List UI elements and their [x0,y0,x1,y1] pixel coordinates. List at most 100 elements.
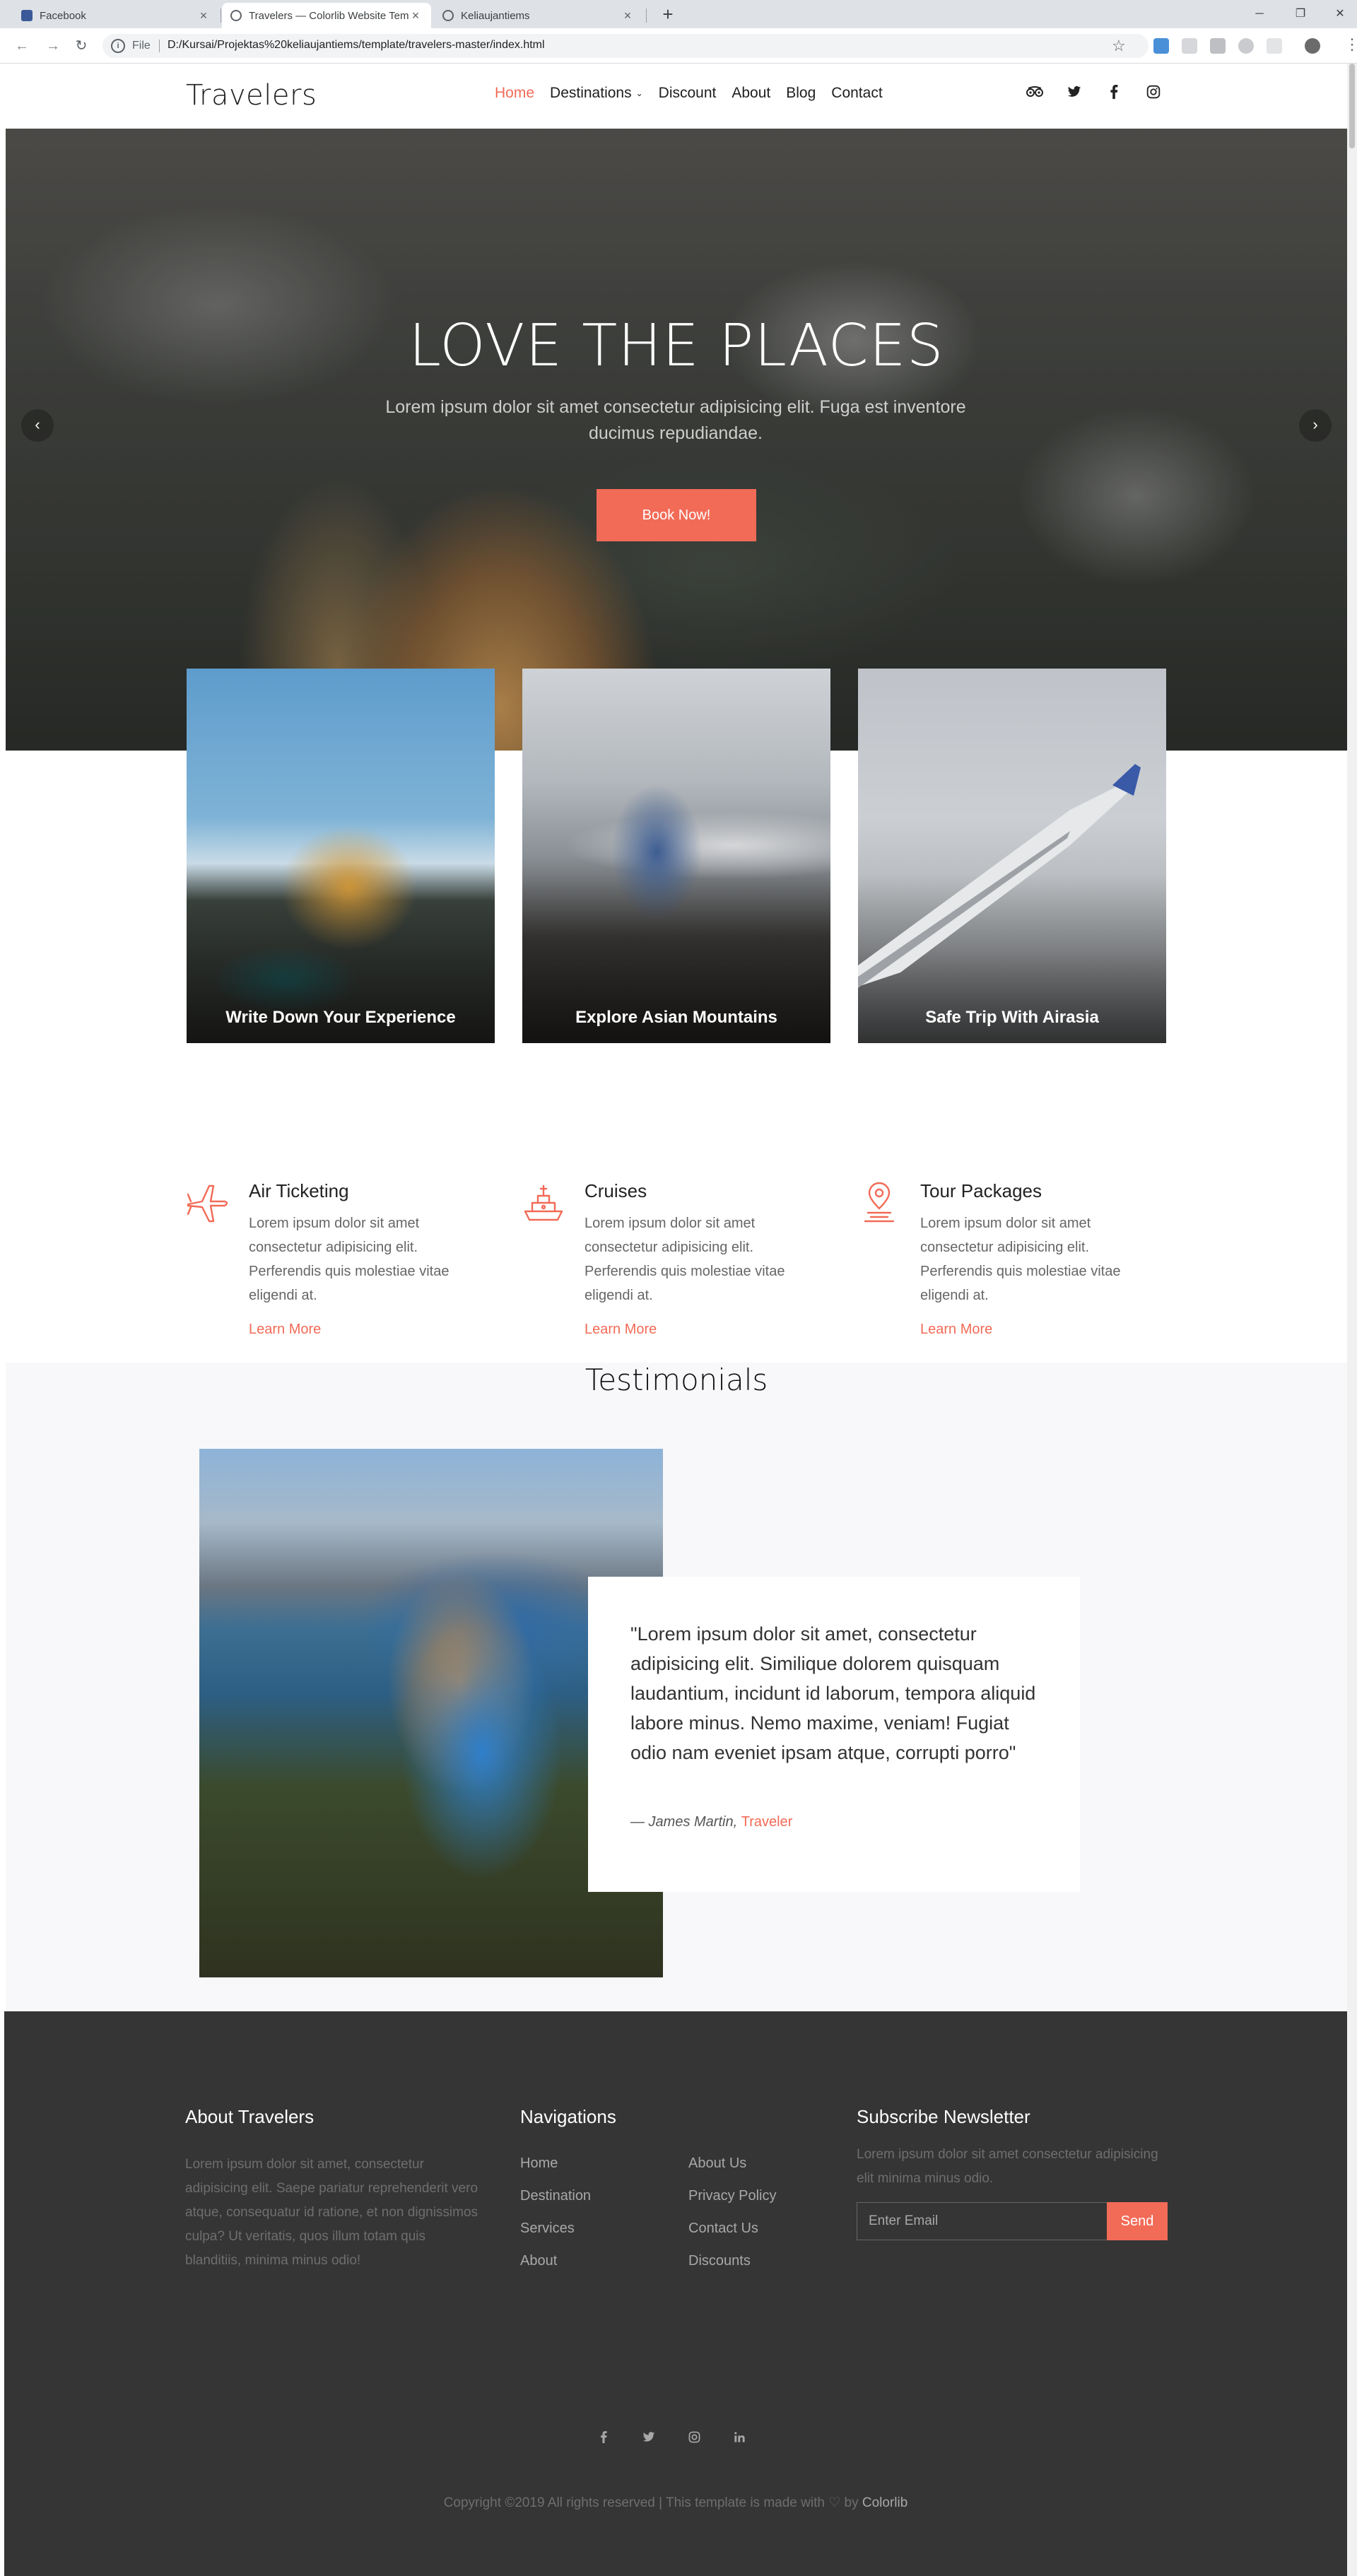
extension-icon[interactable] [1238,38,1254,54]
feature-cards: Write Down Your Experience Explore Asian… [187,669,1169,1043]
browser-tab[interactable]: Keliaujantiems × [434,3,643,28]
extension-quote-icon[interactable] [1153,38,1169,54]
kebab-menu-icon[interactable]: ⋮ [1344,37,1357,55]
slider-prev-arrow-icon[interactable]: ‹ [21,409,54,442]
main-navigation: Home Destinations ⌄ Discount About Blog C… [495,85,883,102]
airplane-icon [187,1184,228,1223]
footer-link-about-us[interactable]: About Us [688,2156,746,2172]
tripadvisor-icon[interactable] [1026,83,1043,100]
nav-contact[interactable]: Contact [831,85,882,102]
service-item: Cruises Lorem ipsum dolor sit amet conse… [521,1180,832,1350]
globe-icon [442,10,454,21]
extension-icon[interactable] [1182,38,1197,54]
testimonial-author: — James Martin, Traveler [630,1814,792,1830]
hero-subtitle: Lorem ipsum dolor sit amet consectetur a… [385,397,966,443]
book-now-button[interactable]: Book Now! [597,489,756,541]
nav-blog[interactable]: Blog [786,85,816,102]
map-pin-icon [864,1182,895,1223]
nav-about[interactable]: About [732,85,770,102]
globe-icon [230,10,242,21]
instagram-icon[interactable] [686,2428,703,2445]
address-scheme-label: File [132,40,151,52]
hero-title: LOVE THE PLACES [409,312,944,380]
twitter-icon[interactable] [1066,83,1083,100]
testimonial-card: "Lorem ipsum dolor sit amet, consectetur… [588,1577,1080,1892]
service-title: Air Ticketing [249,1180,349,1201]
header-social-links [1026,83,1162,100]
forward-arrow-icon[interactable]: → [44,37,62,55]
browser-tab[interactable]: Facebook × [13,3,219,28]
page-scrollbar[interactable] [1347,64,1357,2576]
author-name: — James Martin, [630,1814,738,1830]
info-icon[interactable]: i [111,39,125,53]
newsletter-email-input[interactable]: Enter Email [857,2202,1108,2240]
nav-discount[interactable]: Discount [659,85,717,102]
tab-title: Keliaujantiems [461,9,530,22]
ship-icon [524,1184,563,1221]
learn-more-link[interactable]: Learn More [584,1322,657,1338]
close-icon[interactable]: × [409,8,423,23]
card-title: Explore Asian Mountains [575,1008,777,1027]
profile-avatar-icon[interactable] [1305,38,1320,54]
site-header: Travelers Home Destinations ⌄ Discount Ab… [0,64,1346,129]
nav-destinations-label: Destinations [550,85,632,101]
bookmark-star-icon[interactable]: ☆ [1112,37,1126,55]
colorlib-link[interactable]: Colorlib [862,2495,907,2510]
facebook-icon[interactable] [595,2428,612,2445]
window-close-icon[interactable]: ✕ [1326,4,1354,25]
service-text: Lorem ipsum dolor sit amet consectetur a… [920,1216,1121,1303]
instagram-icon[interactable] [1145,83,1162,100]
tab-separator [646,8,647,23]
footer-newsletter-title: Subscribe Newsletter [857,2106,1030,2127]
footer-link-home[interactable]: Home [520,2156,558,2172]
learn-more-link[interactable]: Learn More [249,1322,321,1338]
learn-more-link[interactable]: Learn More [920,1322,992,1338]
twitter-icon[interactable] [640,2428,657,2445]
airplane-wing-image [858,764,1141,988]
newsletter-send-button[interactable]: Send [1107,2202,1168,2240]
close-icon[interactable]: × [621,8,635,23]
browser-toolbar: ← → ↻ i File D:/Kursai/Projektas%20kelia… [0,28,1357,64]
footer-link-destination[interactable]: Destination [520,2188,591,2204]
browser-tab-active[interactable]: Travelers — Colorlib Website Temp × [222,3,431,28]
feature-card[interactable]: Write Down Your Experience [187,669,495,1043]
footer-link-contact-us[interactable]: Contact Us [688,2221,758,2237]
restore-icon[interactable]: ❐ [1286,4,1315,25]
reload-icon[interactable]: ↻ [72,37,90,55]
site-logo[interactable]: Travelers [186,79,317,112]
footer-link-privacy[interactable]: Privacy Policy [688,2188,776,2204]
service-text: Lorem ipsum dolor sit amet consectetur a… [249,1216,450,1303]
author-role[interactable]: Traveler [741,1814,793,1830]
service-title: Tour Packages [920,1180,1042,1201]
address-separator [159,40,160,52]
scrollbar-thumb[interactable] [1349,64,1355,148]
chevron-down-icon: ⌄ [635,88,643,98]
facebook-icon[interactable] [1105,83,1122,100]
hero-slider: LOVE THE PLACES Lorem ipsum dolor sit am… [6,129,1347,751]
footer-newsletter-text: Lorem ipsum dolor sit amet consectetur a… [857,2147,1158,2186]
close-icon[interactable]: × [196,8,211,23]
slider-next-arrow-icon[interactable]: › [1299,409,1332,442]
footer-link-about[interactable]: About [520,2253,557,2269]
url-text[interactable]: D:/Kursai/Projektas%20keliaujantiems/tem… [168,39,545,52]
minimize-icon[interactable]: ─ [1245,4,1274,25]
back-arrow-icon[interactable]: ← [13,37,31,55]
extension-icon[interactable] [1210,38,1226,54]
nav-home[interactable]: Home [495,85,534,102]
service-title: Cruises [584,1180,647,1201]
tab-title: Facebook [40,9,86,22]
footer-nav-title: Navigations [520,2106,616,2127]
footer-link-discounts[interactable]: Discounts [688,2253,751,2269]
footer-about-title: About Travelers [185,2106,315,2127]
linkedin-icon[interactable] [731,2428,748,2445]
copyright-text: Copyright ©2019 All rights reserved | Th… [4,2495,1347,2511]
address-bar[interactable]: i File D:/Kursai/Projektas%20keliaujanti… [102,34,1149,58]
feature-card[interactable]: Safe Trip With Airasia [858,669,1166,1043]
nav-destinations[interactable]: Destinations ⌄ [550,85,643,102]
footer-link-services[interactable]: Services [520,2221,575,2237]
new-tab-plus-icon[interactable]: + [657,4,678,25]
services-section: Air Ticketing Lorem ipsum dolor sit amet… [185,1180,1175,1350]
extension-icon[interactable] [1267,38,1282,54]
feature-card[interactable]: Explore Asian Mountains [522,669,830,1043]
testimonial-quote: "Lorem ipsum dolor sit amet, consectetur… [630,1623,1036,1763]
